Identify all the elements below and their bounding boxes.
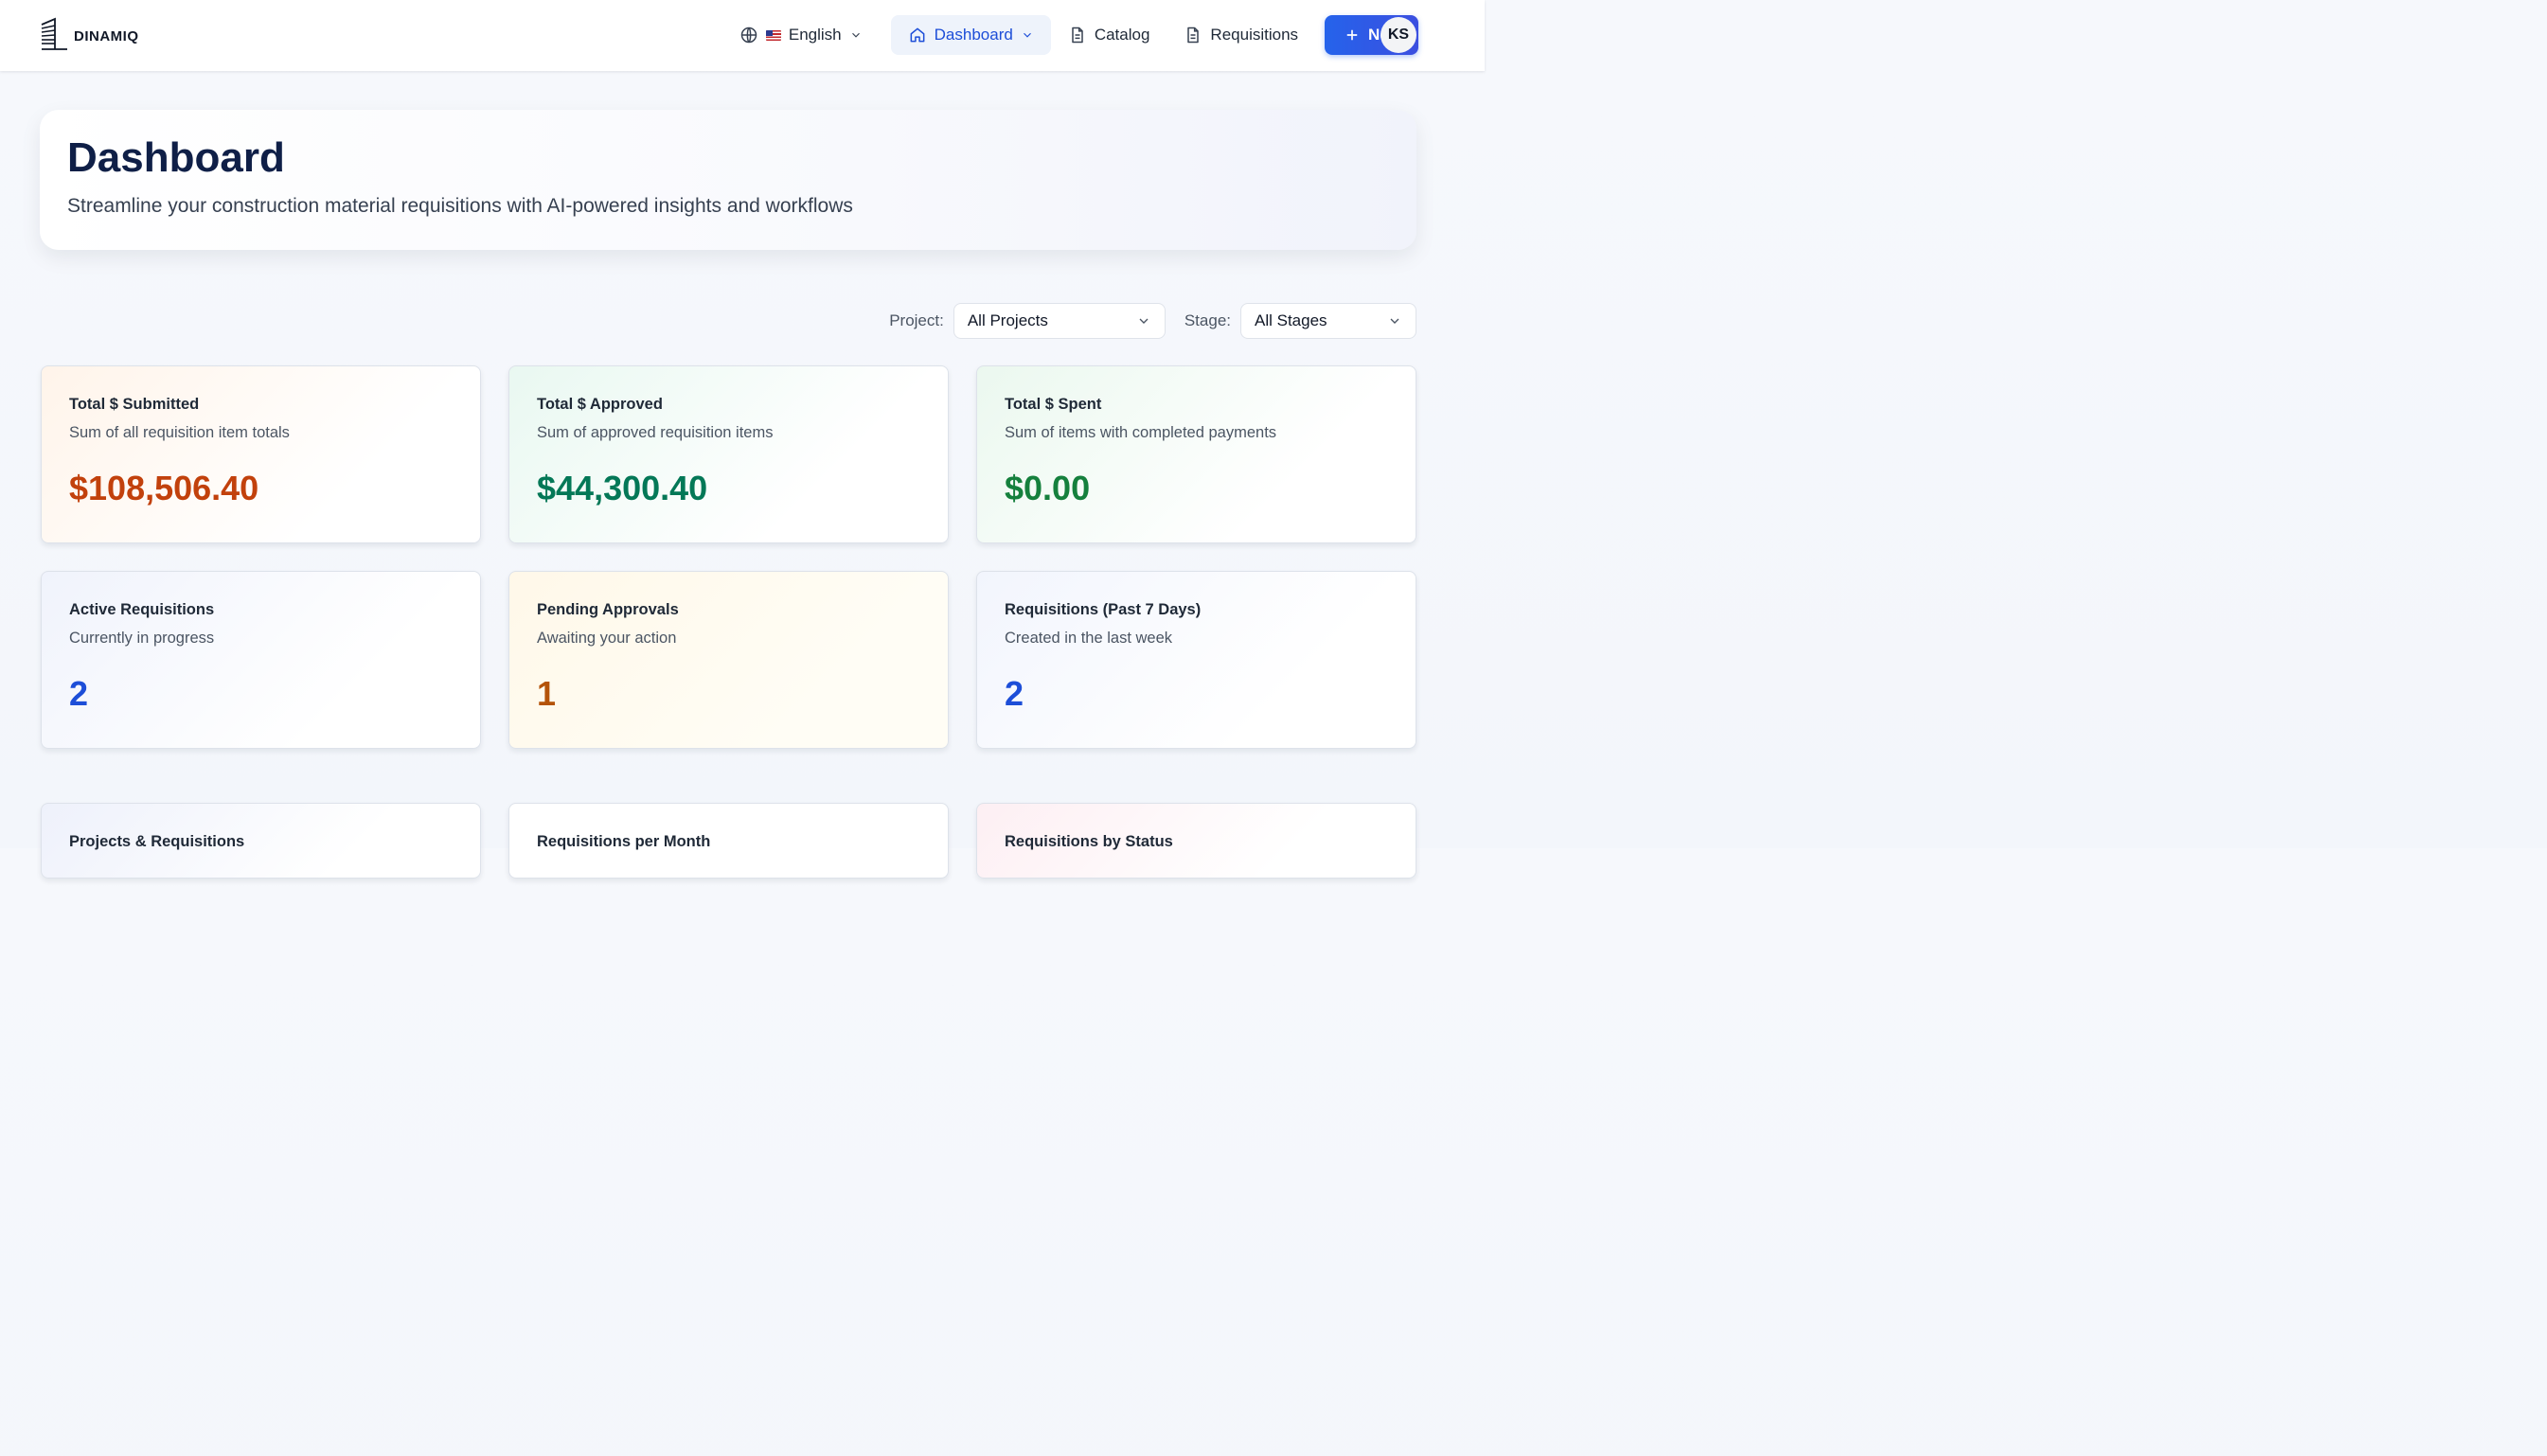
language-label: English (788, 26, 842, 44)
document-icon (1072, 27, 1083, 44)
requisitions-by-status-card: Requisitions by Status (976, 803, 1416, 879)
user-avatar[interactable]: KS (1380, 17, 1416, 53)
stat-card-subtitle: Sum of approved requisition items (537, 424, 774, 441)
stat-card-subtitle: Sum of all requisition item totals (69, 424, 290, 441)
document-icon (1187, 27, 1200, 44)
top-navigation-bar: DINAMIQ English Dashboard Catalog Requis… (0, 0, 1485, 71)
stat-card-title: Total $ Approved (537, 396, 663, 413)
stage-filter-label: Stage: (1184, 311, 1231, 329)
page-header: Dashboard Streamline your construction m… (40, 110, 1416, 250)
card-title: Projects & Requisitions (69, 833, 245, 850)
stat-card-subtitle: Awaiting your action (537, 630, 677, 647)
stat-card-title: Active Requisitions (69, 601, 215, 618)
stat-card-title: Total $ Spent (1005, 396, 1102, 413)
stat-card-total-submitted: Total $ Submitted Sum of all requisition… (41, 365, 481, 543)
building-logo-icon (41, 17, 67, 50)
globe-icon (740, 27, 757, 44)
stat-card-value: $108,506.40 (69, 469, 259, 507)
stat-card-pending-approvals: Pending Approvals Awaiting your action 1 (508, 571, 949, 749)
stage-select[interactable]: All Stages (1240, 303, 1416, 339)
stat-card-value: 2 (69, 674, 89, 713)
project-filter-label: Project: (889, 311, 944, 329)
us-flag-icon (765, 29, 781, 41)
main-nav: English Dashboard Catalog Requisitions N… (739, 15, 1418, 55)
language-selector[interactable]: English (739, 15, 878, 55)
page-title: Dashboard (67, 134, 285, 181)
nav-catalog[interactable]: Catalog (1051, 15, 1167, 55)
page-subtitle: Streamline your construction material re… (67, 195, 853, 217)
chevron-down-icon (1139, 318, 1149, 324)
stat-card-requisitions-past-7-days: Requisitions (Past 7 Days) Created in th… (976, 571, 1416, 749)
card-title: Requisitions per Month (537, 833, 711, 850)
plus-icon (1346, 29, 1358, 41)
home-icon (910, 27, 925, 43)
stat-card-value: 1 (537, 674, 557, 713)
nav-requisitions-label: Requisitions (1210, 26, 1299, 44)
chevron-down-icon (851, 32, 860, 38)
stat-card-value: $44,300.40 (537, 469, 708, 507)
chevron-down-icon (1390, 318, 1399, 324)
stat-card-total-approved: Total $ Approved Sum of approved requisi… (508, 365, 949, 543)
stat-card-subtitle: Created in the last week (1005, 630, 1173, 647)
nav-dashboard-label: Dashboard (934, 26, 1013, 44)
stat-card-title: Pending Approvals (537, 601, 679, 618)
stat-card-subtitle: Currently in progress (69, 630, 215, 647)
stat-card-value: $0.00 (1005, 469, 1091, 507)
stat-card-active-requisitions: Active Requisitions Currently in progres… (41, 571, 481, 749)
stat-card-subtitle: Sum of items with completed payments (1005, 424, 1277, 441)
nav-catalog-label: Catalog (1094, 26, 1150, 44)
projects-requisitions-card: Projects & Requisitions (41, 803, 481, 879)
project-select[interactable]: All Projects (953, 303, 1166, 339)
stat-card-total-spent: Total $ Spent Sum of items with complete… (976, 365, 1416, 543)
requisitions-per-month-card: Requisitions per Month (508, 803, 949, 879)
project-select-value: All Projects (967, 311, 1048, 329)
nav-requisitions[interactable]: Requisitions (1167, 15, 1315, 55)
dashboard-filters: Project: All Projects Stage: All Stages (889, 303, 1416, 339)
chevron-down-icon (1023, 32, 1031, 38)
card-title: Requisitions by Status (1005, 833, 1173, 850)
nav-dashboard[interactable]: Dashboard (890, 15, 1051, 55)
stat-card-title: Total $ Submitted (69, 396, 200, 413)
stat-card-value: 2 (1005, 674, 1024, 713)
stage-select-value: All Stages (1255, 311, 1327, 329)
brand-logo[interactable]: DINAMIQ (40, 17, 139, 53)
stat-card-title: Requisitions (Past 7 Days) (1005, 601, 1202, 618)
brand-name: DINAMIQ (74, 28, 139, 44)
